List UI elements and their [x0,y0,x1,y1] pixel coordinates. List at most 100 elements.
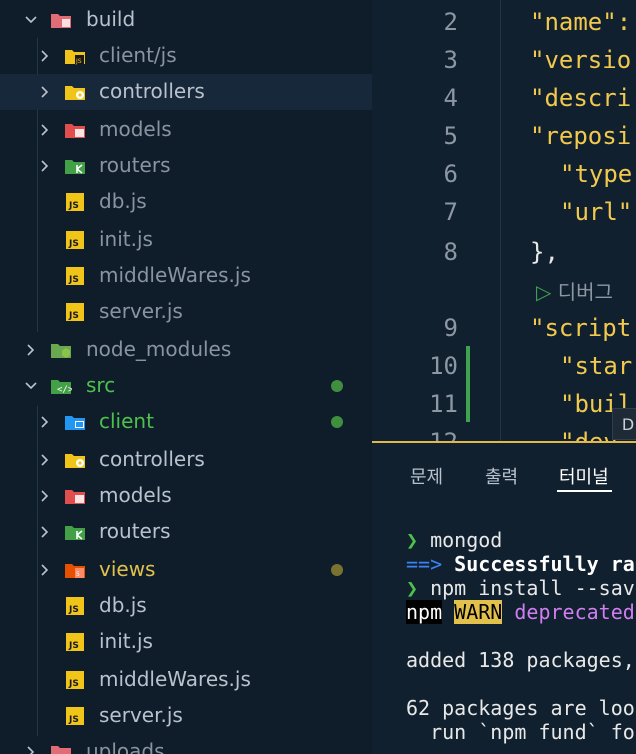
chevron-down-icon[interactable] [20,375,42,397]
folder-client-icon [64,411,86,433]
code-line: "name": [530,8,632,36]
tree-item-db-js[interactable]: JS db.js [0,588,372,624]
modified-line-indicator [466,346,470,422]
tree-item-server-js[interactable]: JS server.js [0,294,372,330]
folder-models-icon [64,119,86,141]
line-number: 6 [443,160,458,188]
line-number: 2 [443,8,458,36]
tree-item-src[interactable]: </> src [0,368,372,404]
tree-item-label: routers [99,153,171,177]
tree-item-label: server.js [99,299,183,323]
tree-item-middlewares-js[interactable]: JS middleWares.js [0,662,372,698]
tree-item-label: build [86,7,136,31]
terminal-npm-label: npm [406,600,443,624]
folder-views-icon: 5 [64,559,86,581]
line-number: 3 [443,46,458,74]
tree-item-uploads[interactable]: uploads [0,734,372,754]
prompt-icon: ❯ [406,576,419,600]
tree-item-routers[interactable]: routers [0,148,372,184]
chevron-right-icon[interactable] [20,741,42,754]
chevron-right-icon[interactable] [34,485,56,507]
code-line: "type [560,160,633,188]
svg-text:JS: JS [68,605,79,615]
tree-item-label: client [99,409,154,433]
indent-guide [500,0,501,441]
tree-item-controllers[interactable]: controllers [0,442,372,478]
tree-item-models[interactable]: models [0,478,372,514]
tree-item-controllers[interactable]: controllers [0,74,372,110]
svg-text:JS: JS [68,275,79,285]
js-file-icon: JS [64,301,86,323]
tree-item-models[interactable]: models [0,112,372,148]
tree-item-routers[interactable]: routers [0,514,372,550]
tree-item-middlewares-js[interactable]: JS middleWares.js [0,258,372,294]
terminal-text: mongod [430,528,503,552]
tree-item-label: controllers [99,447,205,471]
tab-terminal[interactable]: 터미널 [559,463,609,489]
chevron-right-icon[interactable] [34,45,56,67]
js-file-icon: JS [64,669,86,691]
tree-item-views[interactable]: 5 views [0,552,372,588]
tree-item-label: routers [99,519,171,543]
chevron-down-icon[interactable] [20,9,42,31]
terminal-arrow: ==> [406,552,443,576]
terminal-line: added 138 packages, [406,648,635,672]
js-file-icon: JS [64,631,86,653]
tab-problems[interactable]: 문제 [410,463,443,489]
folder-models-icon [64,485,86,507]
tree-item-build[interactable]: build [0,2,372,38]
chevron-right-icon[interactable] [34,119,56,141]
chevron-right-icon[interactable] [20,339,42,361]
tree-item-label: models [99,117,172,141]
terminal-line: ==> Successfully ran [406,552,636,576]
line-number: 7 [443,198,458,226]
tree-item-init-js[interactable]: JS init.js [0,222,372,258]
tree-item-label: middleWares.js [99,263,251,287]
code-line: "url" [560,198,633,226]
tree-item-server-js[interactable]: JS server.js [0,698,372,734]
tree-item-label: server.js [99,703,183,727]
terminal-text: npm install --save [430,576,636,600]
chevron-right-icon[interactable] [34,449,56,471]
chevron-right-icon[interactable] [34,521,56,543]
tree-item-label: init.js [99,227,153,251]
svg-text:JS: JS [68,201,79,211]
svg-text:5: 5 [76,571,80,578]
chevron-right-icon[interactable] [34,81,56,103]
tree-item-client[interactable]: client [0,404,372,440]
folder-controllers-icon [64,449,86,471]
line-number: 4 [443,84,458,112]
code-line: "star [560,352,633,380]
tree-item-label: src [86,373,116,397]
play-icon: ▷ [536,280,552,304]
hover-tooltip: D [612,408,636,440]
svg-text:JS: JS [68,239,79,249]
tree-item-db-js[interactable]: JS db.js [0,184,372,220]
git-status-dot [331,416,343,428]
js-file-icon: JS [64,595,86,617]
chevron-right-icon[interactable] [34,559,56,581]
tree-item-node-modules[interactable]: node_modules [0,332,372,368]
tree-item-init-js[interactable]: JS init.js [0,624,372,660]
folder-build-icon [50,9,72,31]
chevron-right-icon[interactable] [34,411,56,433]
tree-item-label: controllers [99,79,205,103]
git-status-dot [331,564,343,576]
tree-item-label: db.js [99,593,147,617]
tab-output[interactable]: 출력 [485,463,518,489]
folder-uploads-icon [50,741,72,754]
line-number: 5 [443,122,458,150]
svg-text:JS: JS [68,715,79,725]
codelens-debug[interactable]: ▷ 디버그 [536,276,613,305]
code-line: "descri [530,84,632,112]
tree-item-label: middleWares.js [99,667,251,691]
terminal-line: ❯ mongod [406,528,502,552]
tree-item-label: client/js [99,43,177,67]
tree-item-client-js[interactable]: JS client/js [0,38,372,74]
terminal-line: 62 packages are loo [406,696,635,720]
line-number: 11 [429,390,458,418]
folder-routers-icon [64,155,86,177]
tree-item-label: views [99,557,156,581]
folder-controllers-icon [64,81,86,103]
chevron-right-icon[interactable] [34,155,56,177]
